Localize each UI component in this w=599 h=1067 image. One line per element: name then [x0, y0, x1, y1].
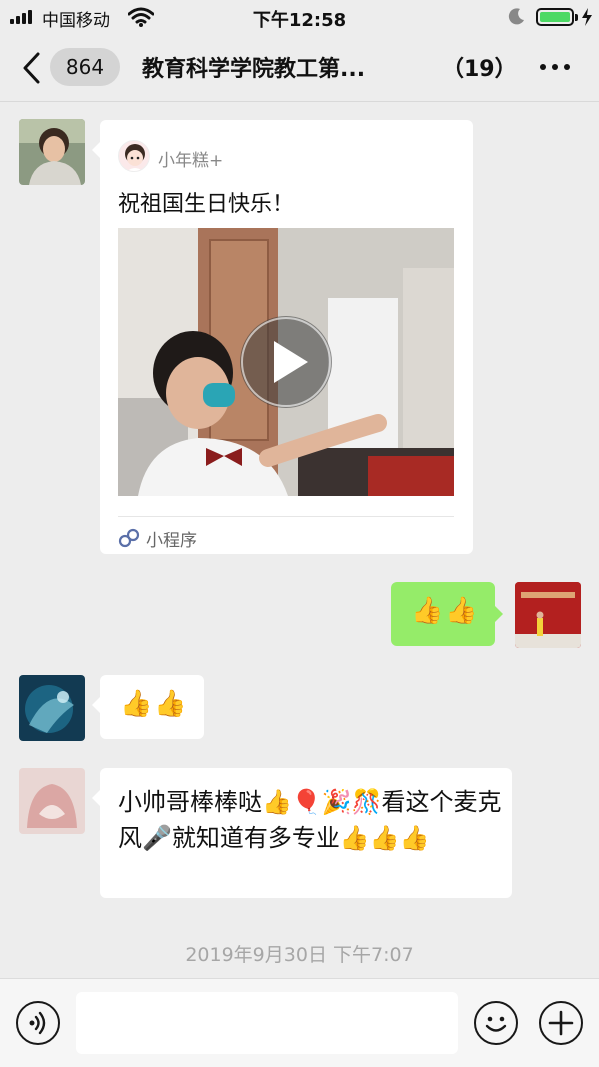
message-text: 小帅哥棒棒哒👍🎈🎉🎊看这个麦克风🎤就知道有多专业👍👍👍	[118, 788, 502, 852]
charging-bolt-icon	[582, 8, 592, 26]
avatar[interactable]	[515, 582, 581, 648]
chat-title: 教育科学学院教工第...	[142, 57, 366, 82]
message-text: 👍👍	[411, 596, 480, 626]
avatar[interactable]	[19, 119, 85, 185]
battery-icon	[536, 8, 578, 26]
mini-program-app-icon	[118, 140, 150, 172]
member-count: （19）	[442, 57, 517, 82]
mini-program-title: 祝祖国生日快乐！	[118, 192, 295, 217]
received-message-bubble[interactable]: 小帅哥棒棒哒👍🎈🎉🎊看这个麦克风🎤就知道有多专业👍👍👍	[92, 768, 512, 898]
timestamp-divider: 2019年9月30日 下午7:07	[185, 944, 414, 966]
chevron-left-icon[interactable]	[18, 50, 48, 86]
more-dots-icon[interactable]	[536, 56, 574, 76]
do-not-disturb-moon-icon	[508, 8, 524, 25]
input-bar	[0, 978, 599, 1067]
voice-icon[interactable]	[16, 1001, 60, 1045]
mini-program-card[interactable]: 小年糕+ 祝祖国生日快乐！ 小程序	[92, 120, 473, 554]
received-message-bubble[interactable]: 👍👍	[92, 675, 204, 739]
message-input[interactable]	[76, 992, 458, 1054]
mini-program-link-icon	[118, 528, 140, 548]
avatar[interactable]	[19, 768, 85, 834]
unread-count-badge[interactable]: 864	[50, 48, 120, 86]
plus-icon[interactable]	[539, 1001, 583, 1045]
message-text: 👍👍	[120, 689, 189, 719]
video-thumbnail[interactable]	[118, 228, 454, 496]
mini-program-label: 小程序	[146, 531, 197, 551]
status-bar: 中国移动 下午12:58	[0, 0, 599, 34]
smiley-icon[interactable]	[474, 1001, 518, 1045]
sent-message-bubble[interactable]: 👍👍	[391, 582, 503, 646]
mini-program-app-name: 小年糕+	[158, 151, 224, 171]
divider	[118, 516, 454, 517]
play-icon[interactable]	[240, 316, 332, 408]
avatar[interactable]	[19, 675, 85, 741]
chat-header: 864 教育科学学院教工第... （19）	[0, 34, 599, 102]
